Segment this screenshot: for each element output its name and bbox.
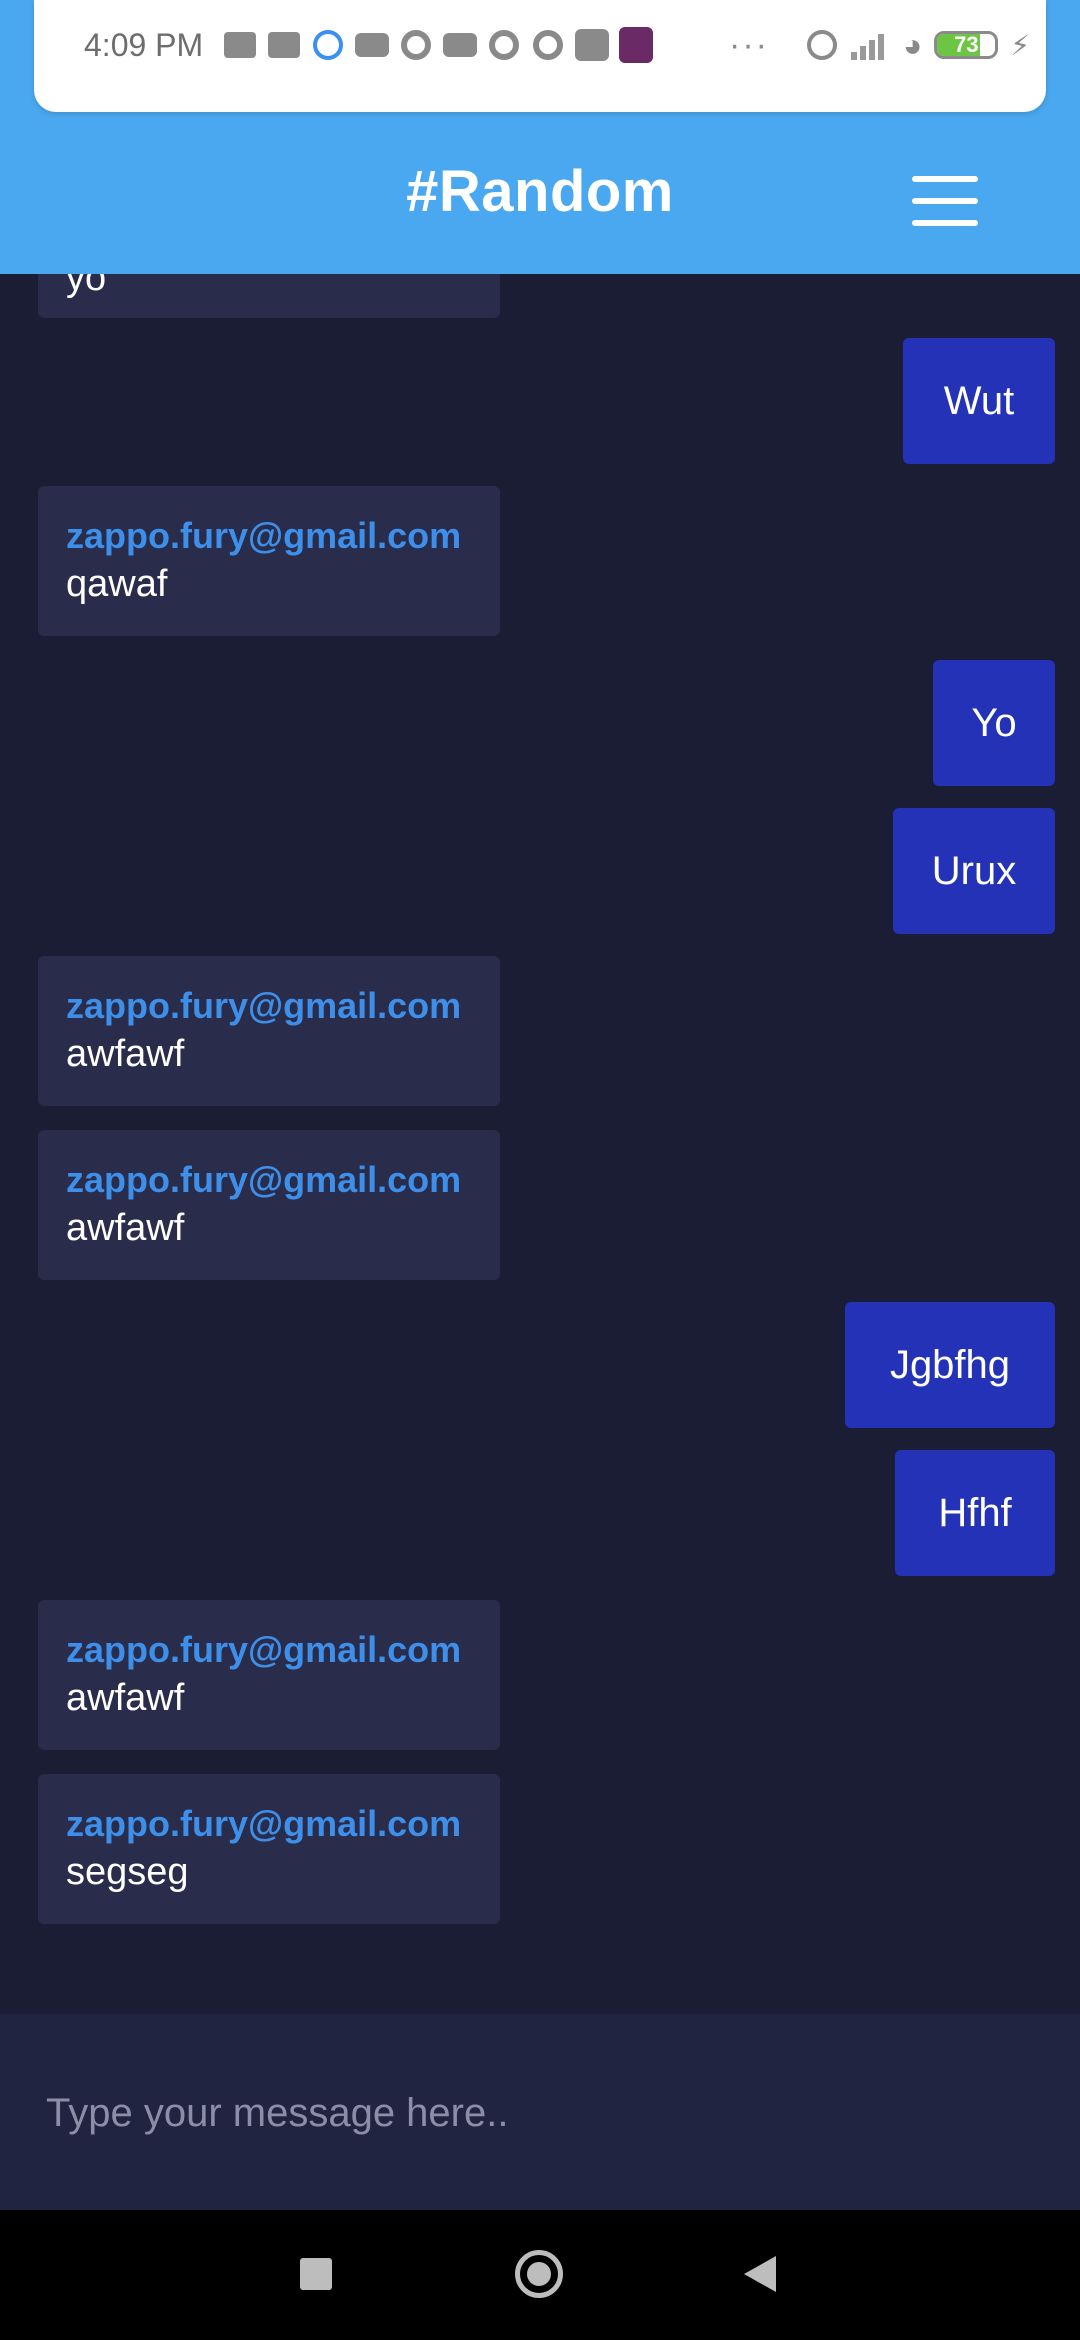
message-text: Hfhf (938, 1490, 1012, 1535)
charging-icon: ⚡ (1010, 29, 1030, 61)
message-text: Jgbfhg (889, 1342, 1011, 1387)
message-icon (223, 30, 257, 60)
message-icon (267, 30, 301, 60)
home-icon[interactable] (515, 2250, 563, 2298)
message-incoming: zappo.fury@gmail.com qawaf (38, 486, 500, 636)
message-text: segseg (66, 1851, 189, 1893)
more-dots-icon: ··· (729, 25, 769, 64)
message-outgoing: Wut (903, 338, 1055, 464)
recent-apps-icon[interactable] (300, 2258, 332, 2290)
message-input[interactable] (44, 2074, 1028, 2152)
message-list[interactable]: yo Wut zappo.fury@gmail.com qawaf Yo Uru… (0, 274, 1080, 2014)
message-sender: zappo.fury@gmail.com (66, 985, 462, 1026)
battery-icon: 73 (934, 31, 999, 59)
message-outgoing: Jgbfhg (845, 1302, 1055, 1428)
wifi-icon: ◕ (903, 26, 923, 63)
message-outgoing: Urux (893, 808, 1055, 934)
circle-app-icon (399, 30, 433, 60)
app-icon (531, 30, 565, 60)
whatsapp-icon (311, 30, 345, 60)
message-incoming: zappo.fury@gmail.com segseg (38, 1774, 500, 1924)
message-text: qawaf (66, 563, 168, 605)
hamburger-menu-icon[interactable] (912, 176, 978, 226)
message-sender: zappo.fury@gmail.com (66, 1159, 462, 1200)
message-outgoing: Hfhf (895, 1450, 1055, 1576)
message-incoming: zappo.fury@gmail.com awfawf (38, 1600, 500, 1750)
message-text: Wut (943, 378, 1015, 423)
message-incoming: zappo.fury@gmail.com awfawf (38, 1130, 500, 1280)
message-sender: zappo.fury@gmail.com (66, 515, 462, 556)
message-text: yo (66, 274, 107, 299)
signal-icon (851, 30, 891, 60)
message-incoming: yo (38, 274, 500, 318)
yono-icon (619, 27, 654, 63)
message-text: awfawf (66, 1677, 185, 1719)
back-icon[interactable] (744, 2256, 776, 2292)
status-time: 4:09 PM (84, 26, 204, 63)
message-incoming: zappo.fury@gmail.com awfawf (38, 956, 500, 1106)
status-bar: 4:09 PM ··· ◕ 73 ⚡ (34, 0, 1046, 112)
battery-level: 73 (954, 32, 979, 57)
message-composer (0, 2014, 1080, 2210)
message-sender: zappo.fury@gmail.com (66, 1629, 462, 1670)
message-text: Yo (971, 700, 1017, 745)
youtube-icon (355, 30, 390, 60)
message-sender: zappo.fury@gmail.com (66, 1803, 462, 1844)
message-text: awfawf (66, 1033, 185, 1075)
message-text: Urux (931, 848, 1017, 893)
system-nav-bar (0, 2210, 1080, 2340)
message-text: awfawf (66, 1207, 185, 1249)
app-icon (487, 30, 521, 60)
paytm-icon (575, 29, 610, 61)
app-header: 4:09 PM ··· ◕ 73 ⚡ #Random (0, 0, 1080, 274)
alarm-icon (805, 30, 839, 60)
youtube-icon (443, 30, 478, 60)
message-outgoing: Yo (933, 660, 1055, 786)
